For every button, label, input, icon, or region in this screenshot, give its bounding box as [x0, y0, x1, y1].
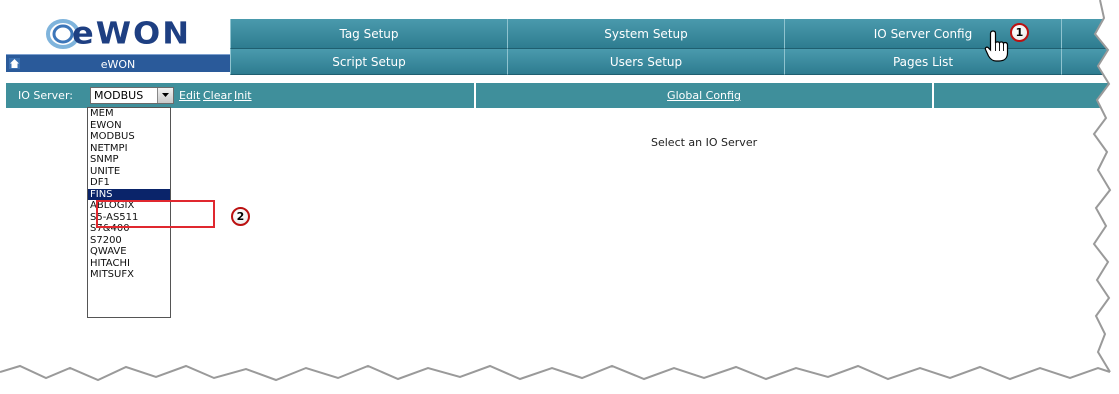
- menu-cell-extra-2: [1061, 49, 1119, 75]
- io-server-select[interactable]: MODBUS: [90, 87, 174, 104]
- hand-pointer-icon: [984, 30, 1009, 62]
- global-config-cell: Global Config: [474, 83, 934, 108]
- home-bar[interactable]: eWON: [6, 54, 230, 72]
- init-link[interactable]: Init: [234, 89, 252, 102]
- dropdown-option-netmpi[interactable]: NETMPI: [88, 143, 170, 155]
- menu-pages-list[interactable]: Pages List: [784, 49, 1061, 75]
- dropdown-option-snmp[interactable]: SNMP: [88, 154, 170, 166]
- global-config-link[interactable]: Global Config: [667, 89, 741, 102]
- menu-system-setup[interactable]: System Setup: [507, 19, 784, 49]
- io-server-label: IO Server:: [18, 89, 73, 102]
- dropdown-arrow-button[interactable]: [157, 88, 173, 103]
- dropdown-option-fins[interactable]: FINS: [88, 188, 170, 200]
- highlight-box-fins: [96, 200, 215, 228]
- dropdown-option-hitachi[interactable]: HITACHI: [88, 258, 170, 270]
- dropdown-option-unite[interactable]: UNITE: [88, 166, 170, 178]
- dropdown-option-df1[interactable]: DF1: [88, 177, 170, 189]
- clear-link[interactable]: Clear: [203, 89, 232, 102]
- chevron-down-icon: [162, 93, 169, 97]
- edit-link[interactable]: Edit: [179, 89, 200, 102]
- menu-users-setup[interactable]: Users Setup: [507, 49, 784, 75]
- io-server-select-value: MODBUS: [94, 89, 144, 102]
- logo-text: eWON: [72, 14, 191, 52]
- dropdown-option-mem[interactable]: MEM: [88, 108, 170, 120]
- select-io-server-message: Select an IO Server: [651, 136, 758, 149]
- dropdown-option-mitsufx[interactable]: MITSUFX: [88, 269, 170, 281]
- ewon-logo: eWON: [6, 6, 230, 54]
- callout-1: 1: [1010, 23, 1029, 42]
- dropdown-option-modbus[interactable]: MODBUS: [88, 131, 170, 143]
- dropdown-option-s7200[interactable]: S7200: [88, 235, 170, 247]
- dropdown-option-ewon[interactable]: EWON: [88, 120, 170, 132]
- callout-2: 2: [231, 207, 250, 226]
- menu-cell-extra-1: [1061, 19, 1119, 49]
- dropdown-option-qwave[interactable]: QWAVE: [88, 246, 170, 258]
- menu-tag-setup[interactable]: Tag Setup: [230, 19, 507, 49]
- menu-script-setup[interactable]: Script Setup: [230, 49, 507, 75]
- app-frame: eWON eWON Tag Setup System Setup IO Serv…: [0, 0, 1119, 394]
- home-label: eWON: [100, 58, 136, 71]
